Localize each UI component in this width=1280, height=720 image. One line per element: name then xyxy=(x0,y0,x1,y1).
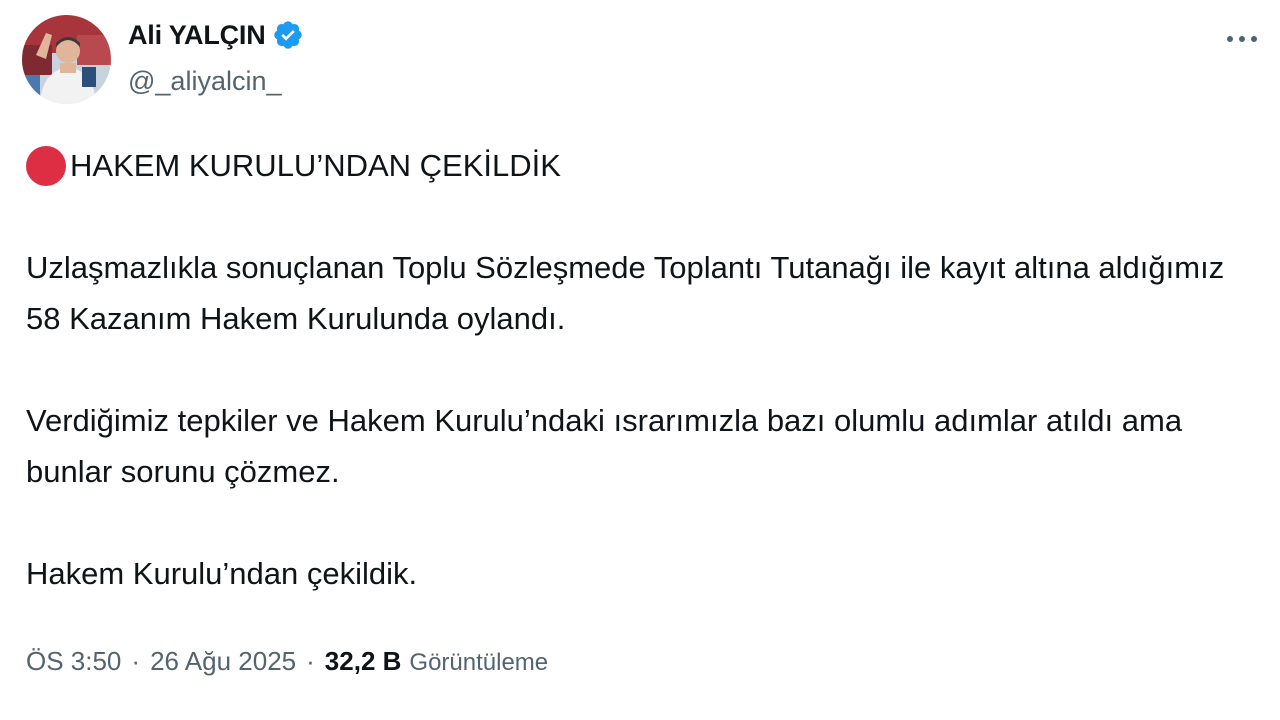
more-dots-icon[interactable] xyxy=(1220,22,1264,56)
tweet-paragraph-2: Verdiğimiz tepkiler ve Hakem Kurulu’ndak… xyxy=(26,403,1183,489)
tweet-paragraph-1: Uzlaşmazlıkla sonuçlanan Toplu Sözleşmed… xyxy=(26,250,1225,336)
tweet-paragraph-3: Hakem Kurulu’ndan çekildik. xyxy=(26,556,418,591)
meta-separator: · xyxy=(306,646,315,676)
avatar-photo xyxy=(22,15,111,104)
views-label: Görüntüleme xyxy=(409,649,549,676)
author-handle[interactable]: @_aliyalcin_ xyxy=(128,66,281,97)
tweet-time[interactable]: ÖS 3:50 xyxy=(26,646,121,677)
avatar[interactable] xyxy=(22,15,111,104)
tweet-headline: HAKEM KURULU’NDAN ÇEKİLDİK xyxy=(26,140,1266,191)
tweet-card: Ali YALÇIN @_aliyalcin_ HAKEM KURULU’NDA… xyxy=(0,0,1280,720)
display-name[interactable]: Ali YALÇIN xyxy=(128,20,266,51)
tweet-meta: ÖS 3:50 · 26 Ağu 2025 · 32,2 B Görüntüle… xyxy=(26,646,548,677)
meta-separator: · xyxy=(131,646,141,676)
tweet-date[interactable]: 26 Ağu 2025 xyxy=(150,646,296,677)
views-count[interactable]: 32,2 B xyxy=(325,646,402,677)
author-name-row[interactable]: Ali YALÇIN xyxy=(128,19,304,51)
tweet-text: HAKEM KURULU’NDAN ÇEKİLDİK Uzlaşmazlıkla… xyxy=(26,140,1266,599)
verified-badge-icon[interactable] xyxy=(272,19,304,51)
headline-text: HAKEM KURULU’NDAN ÇEKİLDİK xyxy=(70,148,561,183)
red-circle-icon xyxy=(26,145,66,186)
